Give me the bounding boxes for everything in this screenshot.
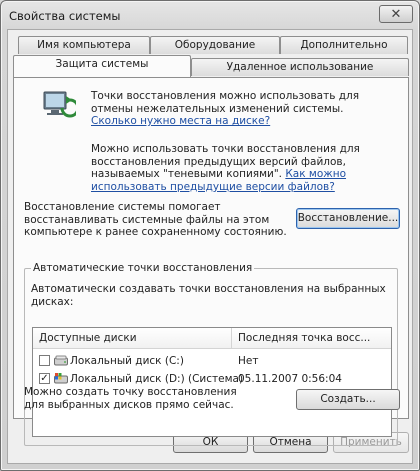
auto-restore-points-group: Автоматические точки восстановления Авто…: [24, 262, 398, 446]
disk-d-checkbox[interactable]: ✓: [39, 373, 50, 384]
dialog-client-area: Имя компьютера Оборудование Дополнительн…: [7, 29, 413, 464]
hard-disk-icon: [54, 355, 68, 366]
tab-advanced[interactable]: Дополнительно: [280, 36, 408, 54]
disk-c-name: Локальный диск (C:): [70, 355, 184, 367]
intro-paragraph-2: Можно использовать точки восстановления …: [91, 143, 391, 193]
disk-c-checkbox[interactable]: [39, 355, 50, 366]
create-description: Можно создать точку восстановления для в…: [24, 386, 237, 411]
close-icon: ✕: [390, 6, 402, 22]
disk-space-link[interactable]: Сколько нужно места на диске?: [91, 115, 270, 127]
restore-description: Восстановление системы помогает восстана…: [24, 201, 287, 238]
disk-d-last-point: 05.11.2007 0:56:04: [238, 373, 342, 385]
window-title: Свойства системы: [9, 9, 121, 23]
tab-system-protection[interactable]: Защита системы: [13, 55, 191, 77]
tab-hardware[interactable]: Оборудование: [150, 36, 280, 54]
disks-list: Доступные диски Последняя точка восс... …: [32, 327, 392, 437]
auto-points-caption: Автоматически создавать точки восстановл…: [31, 283, 386, 308]
system-restore-button[interactable]: Восстановление...: [296, 208, 400, 229]
system-protection-panel: Точки восстановления можно использовать …: [13, 77, 409, 446]
disk-c-last-point: Нет: [238, 355, 259, 367]
system-restore-icon: [43, 91, 76, 118]
group-legend: Автоматические точки восстановления: [31, 262, 255, 274]
intro-paragraph-1: Точки восстановления можно использовать …: [91, 90, 391, 128]
system-disk-icon: [54, 373, 68, 384]
tab-computer-name[interactable]: Имя компьютера: [18, 36, 150, 54]
title-bar: Свойства системы ✕: [1, 1, 419, 29]
intro-text-1: Точки восстановления можно использовать …: [91, 90, 360, 115]
create-restore-point-button[interactable]: Создать...: [296, 389, 400, 410]
tab-remote[interactable]: Удаленное использование: [191, 58, 409, 76]
column-header-last-point[interactable]: Последняя точка восс...: [232, 328, 391, 348]
list-header: Доступные диски Последняя точка восс...: [33, 328, 391, 349]
disk-row-c[interactable]: Локальный диск (C:) Нет: [33, 352, 391, 370]
column-header-disks[interactable]: Доступные диски: [33, 328, 231, 348]
close-button[interactable]: ✕: [379, 5, 413, 23]
system-properties-window: Свойства системы ✕ Имя компьютера Оборуд…: [0, 0, 420, 471]
